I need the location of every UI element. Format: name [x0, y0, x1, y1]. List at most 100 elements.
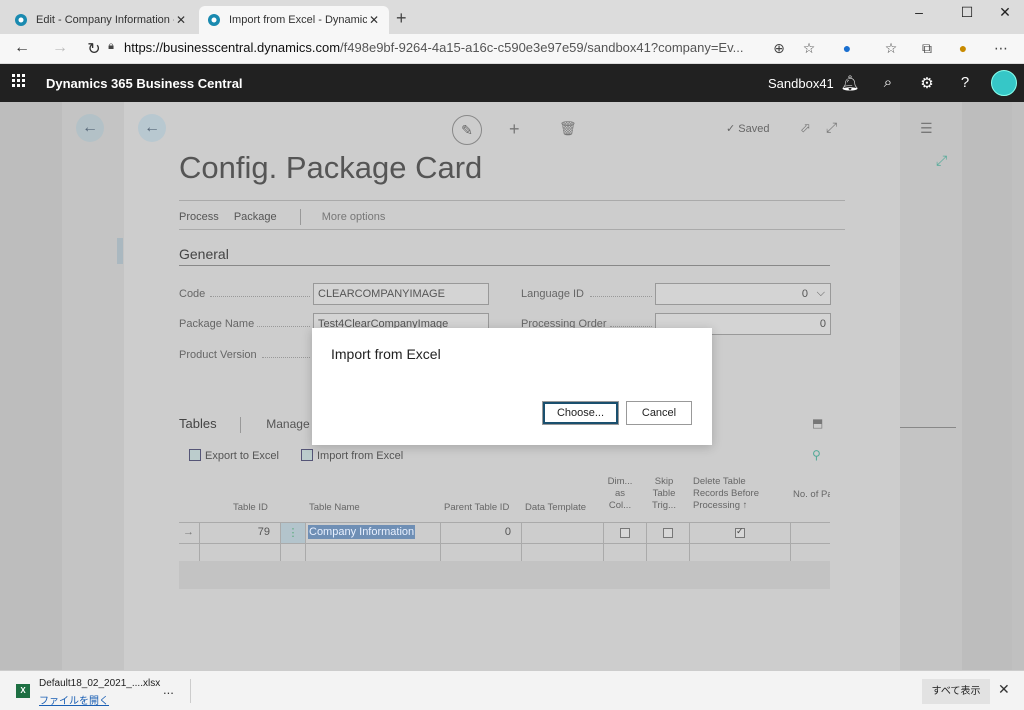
import-from-excel-label: Import from Excel: [317, 450, 404, 462]
code-label: Code: [179, 288, 206, 300]
action-process[interactable]: Process: [179, 211, 219, 223]
language-id-field[interactable]: 0 ⌵: [655, 283, 831, 305]
tables-title[interactable]: Tables: [179, 416, 217, 431]
col-table-name[interactable]: Table Name: [309, 502, 360, 514]
cell-parent-table-id[interactable]: 0: [440, 523, 521, 544]
code-leader: [210, 296, 310, 297]
table-row[interactable]: → 79 ⋮ Company Information 0: [179, 522, 830, 544]
cell-delete-before[interactable]: [689, 523, 790, 544]
back-icon[interactable]: ←: [10, 39, 34, 57]
settings-gear-icon[interactable]: ⚙: [917, 74, 937, 92]
browser-tab-import-excel[interactable]: Import from Excel - Dynamics 36 ✕: [199, 6, 389, 34]
lock-icon[interactable]: 🔒︎: [100, 40, 122, 53]
url-field[interactable]: https://businesscentral.dynamics.com/f49…: [124, 40, 764, 55]
page-title: Config. Package Card: [179, 150, 483, 185]
cell-table-name[interactable]: Company Information: [305, 523, 440, 544]
general-section-title[interactable]: General: [179, 246, 229, 262]
help-icon[interactable]: ?: [955, 74, 975, 91]
expand-icon[interactable]: ⤢: [826, 119, 837, 136]
col-parent-table-id[interactable]: Parent Table ID: [444, 502, 509, 514]
skip-trig-checkbox[interactable]: [663, 528, 673, 538]
col-data-template[interactable]: Data Template: [525, 502, 586, 514]
window-close-icon[interactable]: ✕: [990, 4, 1020, 21]
search-icon[interactable]: ⌕: [878, 74, 898, 91]
col-table-id[interactable]: Table ID: [233, 502, 268, 514]
environment-name: Sandbox41: [768, 76, 834, 91]
cell-data-template[interactable]: [521, 523, 603, 544]
code-field[interactable]: CLEARCOMPANYIMAGE: [313, 283, 489, 305]
cell-dim-as-col[interactable]: [603, 523, 646, 544]
col-no-of-package-records[interactable]: No. of Pa... R...: [793, 489, 830, 501]
cell-skip-table-trig[interactable]: [646, 523, 689, 544]
cancel-button[interactable]: Cancel: [626, 401, 692, 425]
delete-before-checkbox[interactable]: [735, 526, 745, 538]
package-name-label: Package Name: [179, 318, 255, 330]
profile-icon[interactable]: ●: [952, 40, 974, 56]
dynamics-favicon-icon: [15, 14, 27, 26]
excel-export-icon: [189, 449, 201, 461]
tab-title: Import from Excel - Dynamics 36: [229, 14, 367, 26]
package-name-leader: [257, 326, 310, 327]
minimize-icon[interactable]: –: [904, 4, 934, 20]
table-name-value: Company Information: [308, 525, 416, 539]
choose-button[interactable]: Choose...: [542, 401, 619, 425]
forward-icon[interactable]: →: [48, 39, 72, 57]
processing-order-leader: [610, 326, 652, 327]
notification-bell-icon[interactable]: 🔔︎: [840, 74, 860, 92]
url-host: https://businesscentral.dynamics.com: [124, 40, 341, 55]
export-to-excel-button[interactable]: Export to Excel: [189, 449, 279, 462]
col-skip-table-trig[interactable]: Skip Table Trig...: [649, 476, 679, 512]
dim-as-col-checkbox[interactable]: [620, 528, 630, 538]
app-name[interactable]: Dynamics 365 Business Central: [46, 76, 243, 91]
dynamics-favicon-icon: [208, 14, 220, 26]
saved-status: ✓ Saved: [726, 122, 769, 135]
download-bar: X Default18_02_2021_....xlsx ファイルを開く ...…: [0, 670, 1024, 710]
tables-separator: [239, 416, 241, 433]
action-package[interactable]: Package: [234, 211, 277, 223]
open-file-link[interactable]: ファイルを開く: [39, 692, 109, 707]
action-more-options[interactable]: More options: [322, 211, 386, 223]
col-delete-before-processing[interactable]: Delete Table Records Before Processing ↑: [693, 476, 771, 512]
menu-dots-icon[interactable]: ⋯: [990, 40, 1012, 57]
zoom-plus-icon[interactable]: ⊕: [768, 40, 790, 57]
col-dim-as-col[interactable]: Dim... as Col...: [605, 476, 635, 512]
cell-table-id[interactable]: 79: [199, 523, 280, 544]
browser-tab-strip: Edit - Company Information - Dy ✕ Import…: [0, 0, 1024, 34]
show-all-downloads-button[interactable]: すべて表示: [922, 679, 990, 704]
delete-trash-icon[interactable]: 🗑︎: [559, 120, 577, 137]
open-new-window-icon[interactable]: ⬀: [800, 120, 811, 136]
action-bar: Process Package More options: [179, 209, 845, 225]
page-scrollbar[interactable]: [1012, 102, 1024, 670]
maximize-icon[interactable]: ☐: [952, 4, 982, 21]
close-tab-icon[interactable]: ✕: [174, 13, 188, 27]
tables-expand-icon[interactable]: ⬒: [812, 416, 823, 430]
user-avatar[interactable]: [991, 70, 1017, 96]
import-from-excel-button[interactable]: Import from Excel: [301, 449, 403, 462]
background-expand-icon: ⤢: [936, 152, 948, 168]
cell-no-of-records[interactable]: [790, 523, 830, 544]
download-more-button[interactable]: ...: [163, 682, 174, 697]
favorites-icon[interactable]: ☆: [880, 40, 902, 57]
collections-icon[interactable]: ⧉: [916, 40, 938, 57]
tables-manage[interactable]: Manage: [266, 417, 309, 431]
background-highlight: [117, 238, 123, 264]
app-launcher-icon[interactable]: [12, 74, 26, 88]
download-file-name[interactable]: Default18_02_2021_....xlsx: [39, 678, 160, 689]
background-menu-icon: ☰: [920, 120, 933, 136]
close-download-bar-icon[interactable]: ✕: [998, 681, 1010, 698]
chevron-down-icon: ⌵: [816, 287, 825, 299]
browser-tab-edit-company[interactable]: Edit - Company Information - Dy ✕: [6, 6, 196, 34]
saved-label: Saved: [738, 123, 770, 135]
row-actions-icon[interactable]: ⋮: [280, 523, 305, 544]
new-tab-button[interactable]: +: [396, 8, 407, 29]
extension-globe-icon[interactable]: ●: [836, 40, 858, 56]
new-plus-icon[interactable]: +: [509, 119, 520, 140]
edit-pencil-icon[interactable]: ✎: [452, 115, 482, 145]
background-back-icon: ←: [76, 114, 104, 142]
action-separator: [299, 209, 301, 225]
favorite-star-icon[interactable]: ☆: [798, 40, 820, 57]
back-arrow-icon[interactable]: ←: [138, 114, 166, 142]
personalize-icon[interactable]: ⚲: [812, 448, 821, 462]
close-tab-icon[interactable]: ✕: [367, 13, 381, 27]
grid-footer: [179, 561, 830, 589]
